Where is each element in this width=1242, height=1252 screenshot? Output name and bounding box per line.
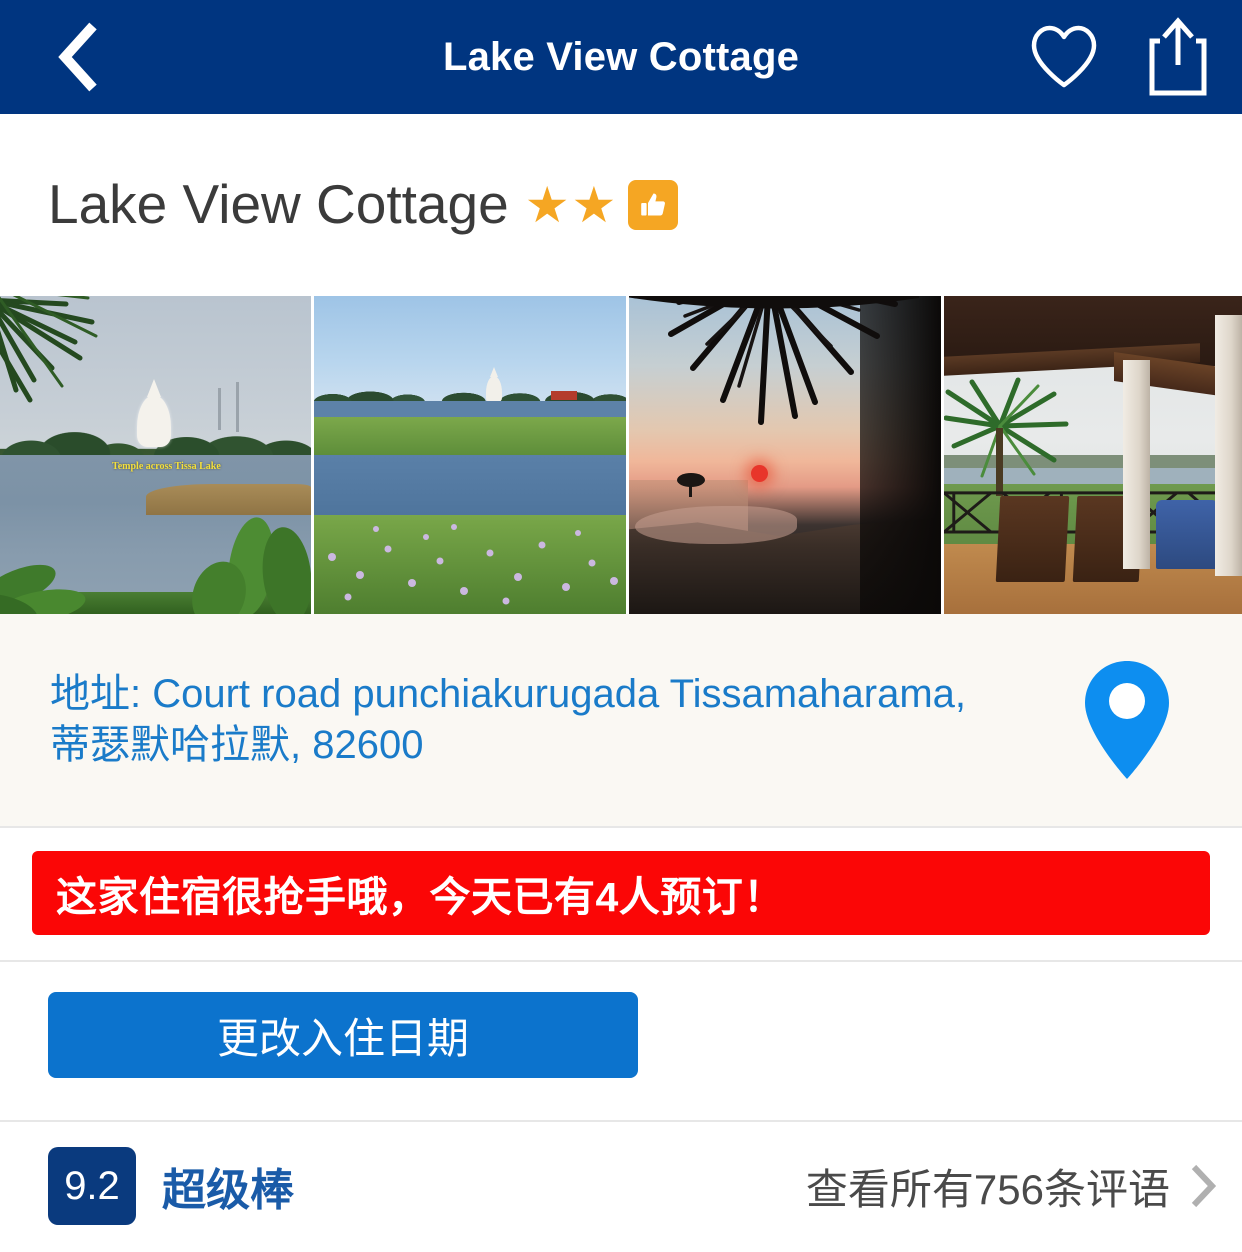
photo-pond <box>635 505 798 545</box>
gallery-photo[interactable]: Temple across Tissa Lake <box>0 296 311 614</box>
chevron-left-icon <box>58 22 97 92</box>
map-preview[interactable] <box>1012 657 1242 783</box>
gallery-photo[interactable] <box>314 296 626 614</box>
photo-sun <box>750 464 768 482</box>
review-score-badge: 9.2 <box>48 1147 136 1225</box>
photo-distant-tree <box>676 472 705 497</box>
change-dates-button[interactable]: 更改入住日期 <box>48 992 638 1078</box>
section-divider <box>0 960 1242 962</box>
property-title-block: Lake View Cottage ★ ★ <box>0 114 1242 295</box>
photo-building <box>551 391 578 401</box>
photo-foliage-right <box>192 517 311 614</box>
gallery-photo[interactable] <box>944 296 1242 614</box>
app-header: Lake View Cottage <box>0 0 1242 114</box>
all-reviews-link[interactable]: 查看所有756条评语 <box>806 1156 1216 1217</box>
photo-tower <box>217 388 221 431</box>
section-divider <box>0 826 1242 828</box>
photo-palm-silhouette <box>629 296 919 425</box>
photo-lake-near <box>314 455 626 519</box>
heart-outline-icon <box>1031 25 1097 88</box>
photo-column <box>1122 359 1150 570</box>
address-map-row[interactable]: 地址: Court road punchiakurugada Tissamaha… <box>0 614 1242 826</box>
high-demand-text: 这家住宿很抢手哦，今天已有4人预订！ <box>56 874 785 920</box>
high-demand-banner: 这家住宿很抢手哦，今天已有4人预订！ <box>32 851 1210 935</box>
photo-hyacinth-band <box>314 416 626 455</box>
photo-gallery[interactable]: Temple across Tissa Lake <box>0 296 1242 614</box>
photo-stupa <box>485 375 502 402</box>
photo-hyacinth-flowers <box>328 524 618 605</box>
photo-blue-chair <box>1155 499 1219 570</box>
property-name: Lake View Cottage <box>48 173 509 235</box>
star-icon: ★ <box>524 176 570 233</box>
thumbs-up-badge <box>628 179 679 230</box>
map-pin-icon <box>1085 661 1169 779</box>
share-upload-icon <box>1149 17 1207 96</box>
share-button[interactable] <box>1142 17 1214 96</box>
header-actions <box>1028 0 1214 114</box>
gallery-photo[interactable] <box>629 296 941 614</box>
photo-palm-fronds <box>0 296 98 403</box>
favorite-button[interactable] <box>1028 18 1100 96</box>
photo-tower <box>236 381 240 432</box>
back-button[interactable] <box>24 0 134 114</box>
address-text: 地址: Court road punchiakurugada Tissamaha… <box>50 671 967 767</box>
photo-caption: Temple across Tissa Lake <box>111 461 221 473</box>
photo-deck-chair <box>995 496 1069 583</box>
all-reviews-label: 查看所有756条评语 <box>805 1165 1170 1213</box>
thumbs-up-icon <box>641 193 666 215</box>
review-score-row[interactable]: 9.2 超级棒 查看所有756条评语 <box>0 1120 1242 1252</box>
star-rating: ★ ★ <box>525 180 617 230</box>
photo-foliage-left <box>0 564 86 614</box>
review-score-word: 超级棒 <box>162 1166 294 1215</box>
star-icon: ★ <box>571 176 617 233</box>
property-detail-screen: Lake View Cottage Lake View Cottage ★ ★ <box>0 0 1242 1252</box>
chevron-right-icon <box>1191 1164 1216 1208</box>
photo-column <box>1215 315 1242 576</box>
photo-palm-tree <box>944 377 1069 496</box>
